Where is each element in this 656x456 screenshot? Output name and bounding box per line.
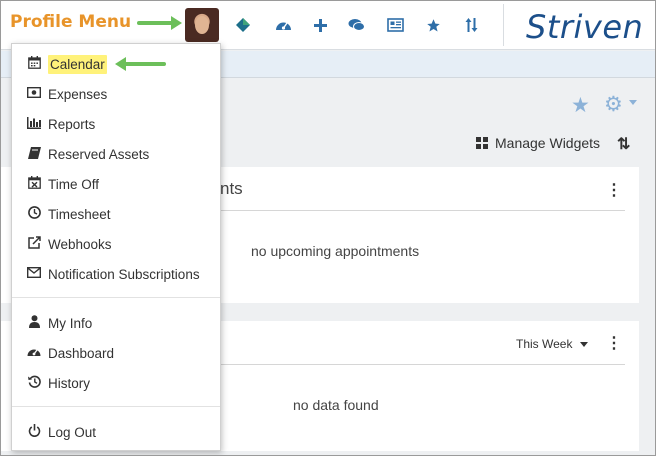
dashboard-icon [26, 346, 42, 360]
empty-state-text: no data found [293, 397, 379, 413]
period-dropdown-value: This Week [516, 337, 573, 351]
menu-item-webhooks[interactable]: Webhooks [26, 233, 112, 255]
chevron-down-icon[interactable] [629, 100, 637, 105]
menu-item-reports[interactable]: Reports [26, 113, 95, 135]
dashboard-icon[interactable] [273, 15, 293, 35]
external-link-icon [26, 236, 42, 252]
money-icon [26, 86, 42, 101]
profile-menu: Calendar Expenses Reports Reserved Asset… [11, 43, 221, 451]
menu-item-label: Log Out [48, 424, 97, 440]
star-icon[interactable] [423, 15, 443, 35]
clock-icon [26, 206, 42, 222]
menu-item-label: Expenses [48, 86, 108, 102]
period-dropdown[interactable]: This Week [516, 337, 589, 351]
menu-item-label: Webhooks [48, 236, 112, 252]
newspaper-icon[interactable] [385, 15, 405, 35]
bar-chart-icon [26, 116, 42, 132]
book-icon [26, 146, 42, 162]
envelope-icon [26, 266, 42, 281]
annotation-arrow-icon [115, 57, 166, 71]
kebab-menu-icon[interactable]: ⋮ [606, 333, 622, 353]
power-icon [26, 424, 42, 440]
kebab-menu-icon[interactable]: ⋮ [606, 180, 622, 200]
menu-item-timesheet[interactable]: Timesheet [26, 203, 111, 225]
empty-state-text: no upcoming appointments [251, 243, 420, 259]
avatar-face [195, 16, 209, 34]
menu-item-label: My Info [48, 315, 93, 331]
menu-item-label: History [48, 375, 91, 391]
menu-item-label: Dashboard [48, 345, 115, 361]
chat-icon[interactable] [346, 15, 366, 35]
menu-item-label: Timesheet [48, 206, 111, 222]
manage-widgets-label: Manage Widgets [495, 135, 601, 151]
annotation-arrow-icon [137, 16, 182, 30]
sort-icon[interactable] [461, 15, 481, 35]
menu-item-expenses[interactable]: Expenses [26, 83, 107, 105]
menu-item-reserved-assets[interactable]: Reserved Assets [26, 143, 149, 165]
widget-divider [220, 364, 625, 365]
menu-item-calendar[interactable]: Calendar [26, 53, 107, 75]
grid-icon [476, 137, 488, 149]
annotation-label: Profile Menu [10, 12, 132, 32]
caret-down-icon [580, 341, 589, 347]
menu-divider [12, 406, 220, 407]
gear-icon[interactable]: ⚙ [604, 92, 623, 117]
widget-divider [220, 210, 625, 211]
striven-logo[interactable]: Striven [526, 8, 643, 46]
menu-item-time-off[interactable]: Time Off [26, 173, 99, 195]
menu-item-notification-subscriptions[interactable]: Notification Subscriptions [26, 263, 200, 285]
menu-item-label: Time Off [48, 176, 100, 192]
widget-title: nts [220, 179, 243, 198]
menu-item-label: Reserved Assets [48, 146, 150, 162]
avatar[interactable] [185, 8, 219, 42]
header-divider [503, 4, 504, 46]
menu-item-label: Reports [48, 116, 96, 132]
plus-icon[interactable] [310, 15, 330, 35]
favorite-star-icon[interactable]: ★ [571, 93, 590, 118]
user-icon [26, 315, 42, 331]
diamond-icon[interactable] [233, 15, 253, 35]
menu-divider [12, 297, 220, 298]
menu-item-my-info[interactable]: My Info [26, 312, 92, 334]
menu-item-label: Notification Subscriptions [48, 266, 200, 282]
menu-item-label: Calendar [48, 54, 107, 74]
calendar-x-icon [26, 176, 42, 192]
calendar-icon [26, 56, 42, 72]
history-icon [26, 375, 42, 391]
menu-item-log-out[interactable]: Log Out [26, 421, 96, 443]
reorder-widgets-icon[interactable]: ⇅ [617, 134, 630, 154]
menu-item-dashboard[interactable]: Dashboard [26, 342, 114, 364]
manage-widgets-button[interactable]: Manage Widgets [476, 135, 600, 151]
menu-item-history[interactable]: History [26, 372, 90, 394]
